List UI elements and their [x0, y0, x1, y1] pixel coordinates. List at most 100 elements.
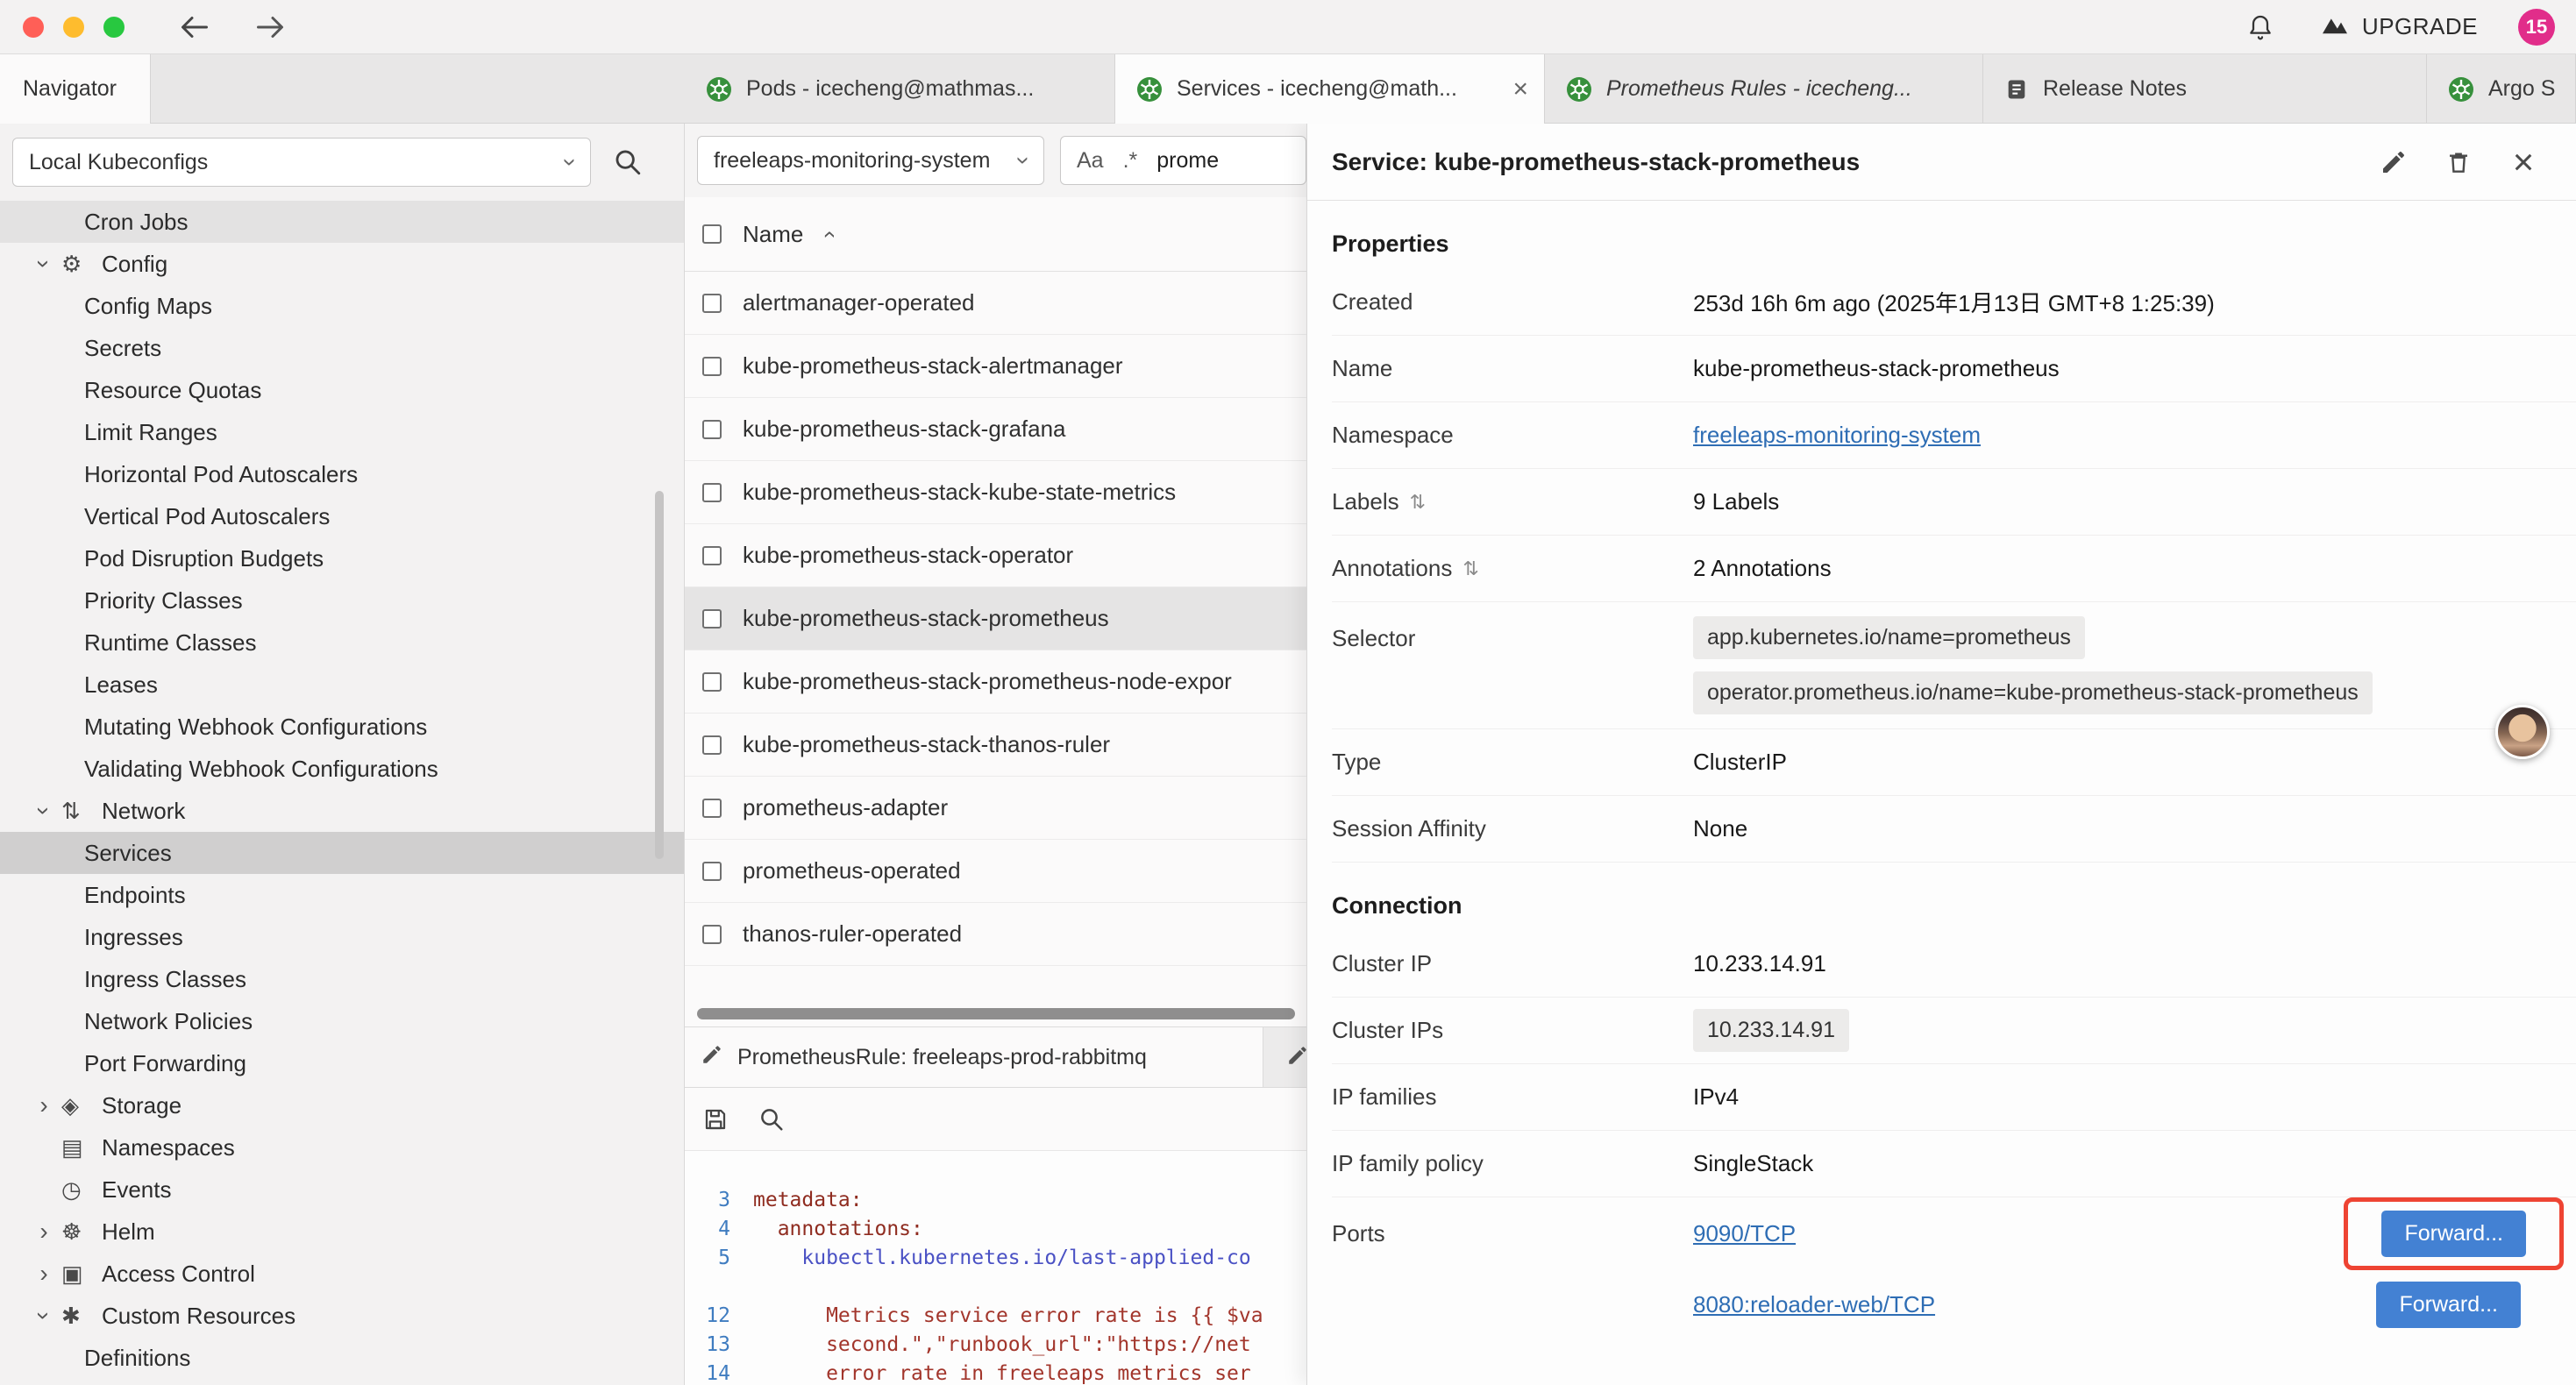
port-forward-button[interactable]: Forward...	[2376, 1282, 2521, 1328]
sidebar-item[interactable]: › Cron Jobs	[0, 201, 684, 243]
sidebar-item[interactable]: › Priority Classes	[0, 579, 684, 621]
sidebar-item[interactable]: › ☸ Helm	[0, 1211, 684, 1253]
tab-argo[interactable]: Argo S	[2427, 54, 2576, 124]
table-row[interactable]: kube-prometheus-stack-prometheus-node-ex…	[685, 650, 1306, 714]
sidebar-item[interactable]: › ✱ Custom Resources	[0, 1295, 684, 1337]
sidebar-item[interactable]: › Services	[0, 832, 684, 874]
sidebar-item[interactable]: › Pod Disruption Budgets	[0, 537, 684, 579]
namespace-filter-selector[interactable]: freeleaps-monitoring-system ›	[697, 136, 1044, 185]
sidebar-item[interactable]: › ▣ Access Control	[0, 1253, 684, 1295]
sidebar-item[interactable]: › Config Maps	[0, 285, 684, 327]
row-checkbox[interactable]	[702, 294, 722, 313]
tab-close-icon[interactable]: ×	[1502, 75, 1528, 104]
sidebar-item[interactable]: › Ingresses	[0, 916, 684, 958]
port-forward-button[interactable]: Forward...	[2381, 1211, 2526, 1257]
expand-collapse-icon[interactable]: ⇅	[1410, 491, 1426, 514]
sort-ascending-icon[interactable]: ›	[815, 231, 842, 238]
table-row[interactable]: kube-prometheus-stack-thanos-ruler	[685, 714, 1306, 777]
table-row[interactable]: prometheus-operated	[685, 840, 1306, 903]
row-checkbox[interactable]	[702, 672, 722, 692]
sidebar-item[interactable]: › Network Policies	[0, 1000, 684, 1042]
close-window-button[interactable]	[23, 17, 44, 38]
row-checkbox[interactable]	[702, 862, 722, 881]
expander-chevron-icon[interactable]: ›	[26, 1218, 61, 1246]
table-row[interactable]: kube-prometheus-stack-kube-state-metrics	[685, 461, 1306, 524]
sidebar-item[interactable]: › Ingress Classes	[0, 958, 684, 1000]
minimize-window-button[interactable]	[63, 17, 84, 38]
row-checkbox[interactable]	[702, 357, 722, 376]
save-icon[interactable]	[702, 1106, 729, 1133]
match-case-toggle[interactable]: Aa	[1077, 148, 1104, 174]
select-all-checkbox[interactable]	[702, 224, 722, 244]
expander-chevron-icon[interactable]: ›	[30, 1298, 58, 1333]
back-button[interactable]	[175, 8, 214, 46]
editor-tab-partial[interactable]	[1279, 1027, 1309, 1087]
notifications-bell-icon[interactable]	[2241, 8, 2280, 46]
tab-services[interactable]: Services - icecheng@math... ×	[1115, 54, 1545, 124]
row-checkbox[interactable]	[702, 420, 722, 439]
sidebar-item[interactable]: › ⇅ Network	[0, 790, 684, 832]
notification-count-badge[interactable]: 15	[2518, 9, 2555, 46]
table-row[interactable]: alertmanager-operated	[685, 272, 1306, 335]
namespace-link[interactable]: freeleaps-monitoring-system	[1693, 422, 1981, 449]
user-avatar[interactable]	[2495, 705, 2550, 759]
tab-prometheus-rules[interactable]: Prometheus Rules - icecheng...	[1545, 54, 1983, 124]
row-checkbox[interactable]	[702, 483, 722, 502]
sidebar-item[interactable]: › Runtime Classes	[0, 621, 684, 664]
table-row[interactable]: thanos-ruler-operated	[685, 903, 1306, 966]
row-checkbox[interactable]	[702, 925, 722, 944]
tab-pods[interactable]: Pods - icecheng@mathmas...	[685, 54, 1115, 124]
name-column-header[interactable]: Name	[743, 221, 803, 248]
row-checkbox[interactable]	[702, 546, 722, 565]
sidebar-item[interactable]: › ⚙ Config	[0, 243, 684, 285]
forward-button[interactable]	[251, 8, 289, 46]
row-checkbox[interactable]	[702, 609, 722, 629]
expander-chevron-icon[interactable]: ›	[26, 1091, 61, 1119]
sidebar-item[interactable]: › ◷ Events	[0, 1168, 684, 1211]
sidebar-search-icon[interactable]	[608, 143, 647, 181]
navigator-tab[interactable]: Navigator	[0, 54, 151, 124]
table-row[interactable]: kube-prometheus-stack-prometheus	[685, 587, 1306, 650]
upgrade-button[interactable]: UPGRADE	[2320, 11, 2478, 42]
sidebar-item[interactable]: › Limit Ranges	[0, 411, 684, 453]
row-checkbox[interactable]	[702, 735, 722, 755]
expand-collapse-icon[interactable]: ⇅	[1462, 558, 1478, 580]
regex-toggle[interactable]: .*	[1123, 148, 1138, 174]
line-text: error rate in freeleaps metrics ser	[753, 1360, 1251, 1385]
table-row[interactable]: prometheus-adapter	[685, 777, 1306, 840]
edit-pencil-icon[interactable]	[2374, 143, 2413, 181]
table-row[interactable]: kube-prometheus-stack-operator	[685, 524, 1306, 587]
zoom-window-button[interactable]	[103, 17, 125, 38]
sidebar-item[interactable]: › ◈ Storage	[0, 1084, 684, 1126]
sidebar-scrollbar[interactable]	[655, 491, 664, 859]
sidebar-item[interactable]: › Vertical Pod Autoscalers	[0, 495, 684, 537]
sidebar-item[interactable]: › Leases	[0, 664, 684, 706]
sidebar-item[interactable]: › ▤ Namespaces	[0, 1126, 684, 1168]
expander-chevron-icon[interactable]: ›	[30, 246, 58, 281]
port-link[interactable]: 8080:reloader-web/TCP	[1693, 1291, 1935, 1318]
sidebar-item[interactable]: › Endpoints	[0, 874, 684, 916]
editor-tab-prometheusrule[interactable]: PrometheusRule: freeleaps-prod-rabbitmq	[685, 1027, 1263, 1087]
sidebar-item[interactable]: › Horizontal Pod Autoscalers	[0, 453, 684, 495]
kubeconfig-selector[interactable]: Local Kubeconfigs ›	[12, 138, 591, 187]
sidebar-item[interactable]: › Definitions	[0, 1337, 684, 1379]
expander-chevron-icon[interactable]: ›	[26, 1260, 61, 1288]
sidebar-item[interactable]: › Validating Webhook Configurations	[0, 748, 684, 790]
delete-trash-icon[interactable]	[2439, 143, 2478, 181]
expander-chevron-icon[interactable]: ›	[30, 793, 58, 828]
tab-release-notes[interactable]: Release Notes	[1983, 54, 2427, 124]
sidebar-item[interactable]: › Port Forwarding	[0, 1042, 684, 1084]
sidebar-item[interactable]: › Secrets	[0, 327, 684, 369]
search-input[interactable]: Aa .* prome	[1060, 136, 1306, 185]
table-row[interactable]: kube-prometheus-stack-grafana	[685, 398, 1306, 461]
tab-label: Prometheus Rules - icecheng...	[1606, 76, 1912, 102]
yaml-editor[interactable]: 3 metadata: 4 annotations: 5 kubectl.kub…	[685, 1151, 1306, 1385]
sidebar-item[interactable]: › Resource Quotas	[0, 369, 684, 411]
close-icon[interactable]: ×	[2504, 143, 2543, 181]
table-row[interactable]: kube-prometheus-stack-alertmanager	[685, 335, 1306, 398]
row-checkbox[interactable]	[702, 799, 722, 818]
horizontal-scrollbar[interactable]	[697, 1008, 1295, 1019]
sidebar-item[interactable]: › Mutating Webhook Configurations	[0, 706, 684, 748]
port-link[interactable]: 9090/TCP	[1693, 1220, 1796, 1247]
editor-search-icon[interactable]	[758, 1106, 785, 1133]
